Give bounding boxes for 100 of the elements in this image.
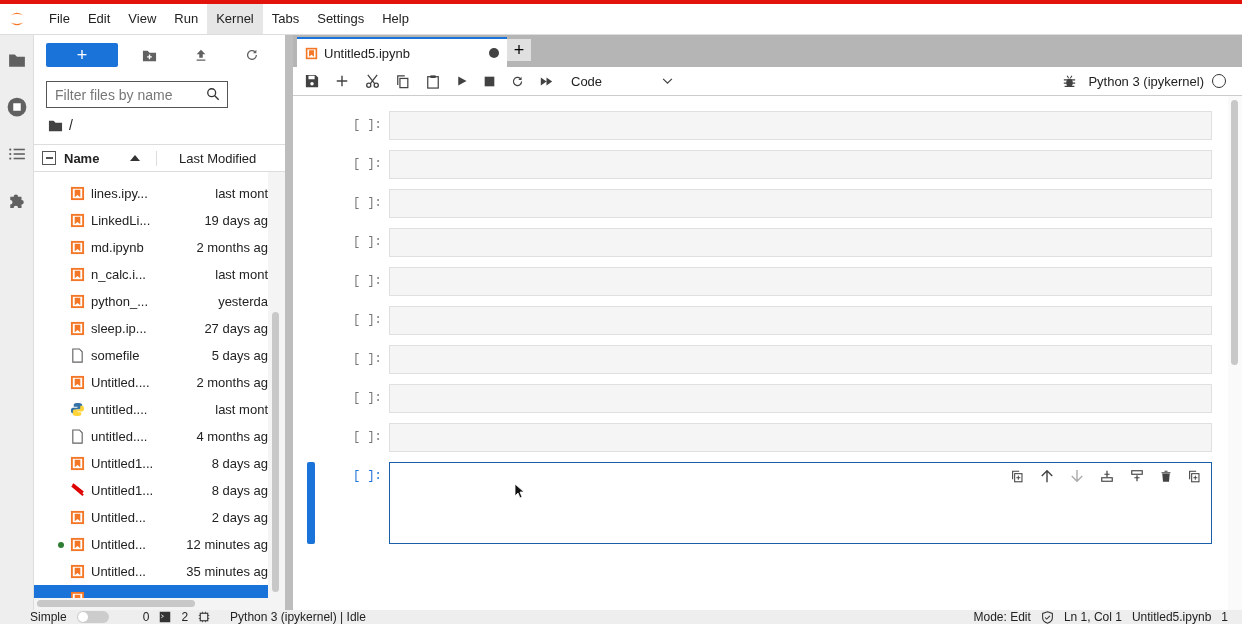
menu-item[interactable]: Run (165, 4, 208, 34)
arrow-up-icon[interactable] (1040, 469, 1054, 483)
menu-item[interactable]: Kernel (207, 4, 263, 34)
file-name: lines.ipy... (91, 186, 149, 201)
chip-icon (198, 611, 211, 623)
notebook-icon (70, 321, 85, 336)
file-row[interactable]: md.ipynb 2 months ag (34, 234, 268, 261)
notebook-tab[interactable]: Untitled5.ipynb (297, 37, 507, 67)
cell-prompt: [ ]: (353, 234, 383, 251)
modified-time: 4 months ag (195, 429, 268, 444)
unsaved-dot-icon[interactable] (489, 48, 499, 58)
status-count[interactable]: 1 (1221, 610, 1228, 624)
save-icon[interactable] (305, 74, 319, 88)
cursor-position[interactable]: Ln 1, Col 1 (1063, 610, 1122, 624)
bug-icon[interactable] (1063, 74, 1077, 88)
sort-up-icon (130, 155, 140, 161)
file-name: sleep.ip... (91, 321, 148, 336)
last-modified-column-header[interactable]: Last Modified (156, 150, 257, 166)
insert-above-icon[interactable] (1100, 469, 1114, 483)
scrollbar-thumb[interactable] (37, 600, 195, 607)
kernel-status[interactable]: Python 3 (ipykernel) | Idle (230, 610, 366, 624)
cell-prompt: [ ]: (353, 312, 383, 329)
file-row[interactable]: untitled.... 4 months ag (34, 423, 268, 450)
scissors-icon[interactable] (365, 73, 380, 89)
modified-time: last mont (214, 402, 268, 417)
file-icon (70, 429, 85, 444)
scrollbar-thumb[interactable] (272, 312, 279, 592)
file-row[interactable]: somefile 5 days ag (34, 342, 268, 369)
kernel-count[interactable]: 2 (181, 610, 189, 624)
notebook-icon (70, 456, 85, 471)
duplicate-icon[interactable] (1188, 469, 1201, 483)
file-row[interactable]: LinkedLi... 19 days ag (34, 207, 268, 234)
file-row[interactable]: lines.ipy... last mont (34, 180, 268, 207)
modified-time: 8 days ag (210, 456, 268, 471)
cell-prompt: [ ]: (353, 468, 383, 485)
modified-time: 27 days ag (203, 321, 268, 336)
kernel-name[interactable]: Python 3 (ipykernel) (1088, 73, 1204, 89)
code-cell-editor[interactable] (389, 462, 1212, 544)
file-row[interactable]: n_calc.i... last mont (34, 261, 268, 288)
duplicate-icon[interactable] (1011, 469, 1024, 483)
select-all-checkbox[interactable] (42, 151, 56, 165)
chevron-down-icon (662, 77, 674, 85)
list-icon[interactable] (7, 145, 26, 163)
run-icon[interactable] (456, 75, 468, 87)
file-row[interactable]: Untitled.... 2 months ag (34, 369, 268, 396)
clipboard-icon[interactable] (426, 73, 440, 89)
file-row[interactable]: Untitled... 2 days ag (34, 504, 268, 531)
file-name: Untitled... (91, 537, 147, 552)
filter-field[interactable]: Filter files by name (46, 81, 228, 108)
file-row[interactable]: untitled.... last mont (34, 396, 268, 423)
trash-icon[interactable] (1160, 469, 1172, 483)
insert-below-icon[interactable] (1130, 469, 1144, 483)
notebook-icon (70, 186, 85, 201)
upload-icon[interactable] (194, 48, 208, 62)
notebook-icon (70, 510, 85, 525)
file-name: Untitled... (91, 510, 147, 525)
refresh-icon[interactable] (245, 48, 259, 62)
add-tab-button[interactable]: + (507, 39, 531, 61)
modified-time: 19 days ag (203, 213, 268, 228)
modified-time: 12 minutes ag (185, 537, 268, 552)
file-row[interactable]: sleep.ip... 27 days ag (34, 315, 268, 342)
editor-mode[interactable]: Mode: Edit (973, 610, 1031, 624)
file-row[interactable]: python_... yesterda (34, 288, 268, 315)
cell-prompt: [ ]: (353, 390, 383, 407)
file-row[interactable]: Untitled1... 8 days ag (34, 477, 268, 504)
menu-item[interactable]: Tabs (262, 4, 309, 34)
copy-icon[interactable] (396, 73, 410, 89)
file-name: Untitled... (91, 564, 147, 579)
stop-circle-icon[interactable] (6, 97, 27, 117)
plus-icon[interactable] (335, 74, 349, 88)
menu-item[interactable]: Help (373, 4, 418, 34)
menu-item[interactable]: Edit (78, 4, 120, 34)
name-column-header[interactable]: Name (64, 150, 130, 166)
cell-prompt: [ ]: (353, 195, 383, 212)
shield-check-icon (1040, 610, 1054, 624)
cell-prompt: [ ]: (353, 273, 383, 290)
menu-item[interactable]: View (119, 4, 166, 34)
folder-icon[interactable] (7, 51, 26, 69)
simple-mode-toggle[interactable] (76, 611, 109, 623)
restart-icon[interactable] (511, 74, 524, 88)
status-file-name[interactable]: Untitled5.ipynb (1131, 610, 1212, 624)
notebook-icon (70, 564, 85, 579)
file-row[interactable]: Untitled... 12 minutes ag (34, 531, 268, 558)
scrollbar-thumb[interactable] (1231, 100, 1238, 365)
menu-item[interactable]: Settings (308, 4, 374, 34)
cell-type-dropdown[interactable]: Code (571, 73, 674, 89)
notebook-icon (70, 375, 85, 390)
file-name: Untitled1... (91, 456, 155, 471)
modified-time: yesterda (217, 294, 268, 309)
file-name: LinkedLi... (91, 213, 152, 228)
modified-time: 35 minutes ag (185, 564, 268, 579)
stop-icon[interactable] (484, 75, 495, 87)
cell-prompt: [ ]: (353, 351, 383, 368)
terminal-count[interactable]: 0 (142, 610, 150, 624)
breadcrumb-path[interactable]: / (69, 117, 73, 133)
menu-item[interactable]: File (40, 4, 79, 34)
modified-time: last mont (214, 186, 268, 201)
file-row[interactable]: Untitled1... 8 days ag (34, 450, 268, 477)
new-launcher-button[interactable]: + (46, 43, 118, 67)
file-row[interactable]: Untitled... 35 minutes ag (34, 558, 268, 585)
